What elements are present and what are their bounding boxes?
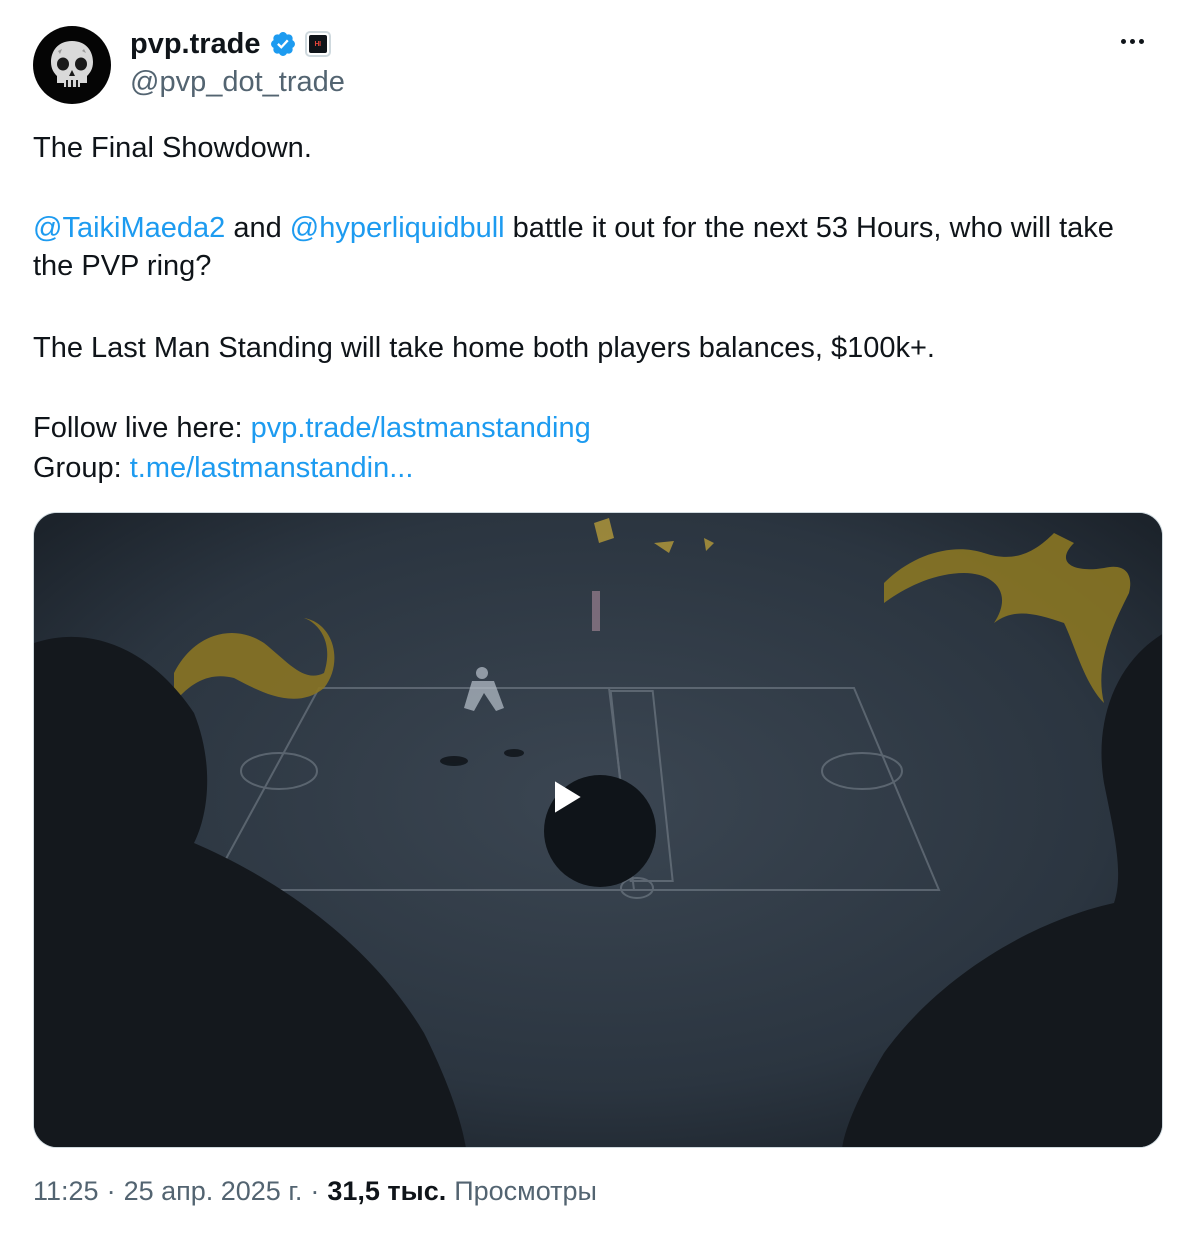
tweet-paragraph-battle: @TaikiMaeda2 and @hyperliquidbull battle… (33, 209, 1153, 285)
more-options-icon[interactable] (1114, 26, 1150, 56)
play-button[interactable] (544, 775, 656, 887)
video-player[interactable] (33, 512, 1163, 1148)
display-name[interactable]: pvp.trade (130, 28, 261, 61)
tweet-paragraph-prize: The Last Man Standing will take home bot… (33, 332, 935, 364)
separator: · (310, 1176, 320, 1206)
avatar[interactable] (33, 26, 111, 104)
follow-link[interactable]: pvp.trade/lastmanstanding (251, 412, 591, 444)
tweet-group-line: Group: t.me/lastmanstandin... (33, 449, 1153, 487)
tweet-metadata: 11:25 · 25 апр. 2025 г. · 31,5 тыс. Прос… (33, 1176, 597, 1207)
tweet-line-title: The Final Showdown. (33, 132, 312, 164)
mention-taiki[interactable]: @TaikiMaeda2 (33, 212, 225, 244)
affiliate-badge-icon[interactable]: HI (304, 31, 331, 57)
views-label: Просмотры (454, 1176, 597, 1206)
and-text: and (225, 212, 290, 244)
tweet-time[interactable]: 11:25 (33, 1176, 99, 1207)
handle[interactable]: @pvp_dot_trade (130, 66, 345, 99)
mention-hyperliquidbull[interactable]: @hyperliquidbull (290, 212, 505, 244)
tweet-card: pvp.trade HI @pvp_dot_trade The Final Sh… (0, 0, 1190, 1234)
tweet-follow-line: Follow live here: pvp.trade/lastmanstand… (33, 409, 1153, 447)
author-name-row: pvp.trade HI (130, 26, 331, 62)
play-icon (555, 781, 581, 813)
group-link[interactable]: t.me/lastmanstandin... (130, 452, 414, 484)
skull-icon (51, 41, 93, 87)
group-label: Group: (33, 452, 130, 484)
verified-badge-icon[interactable] (269, 30, 297, 58)
separator: · (106, 1176, 116, 1206)
follow-label: Follow live here: (33, 412, 251, 444)
views-count[interactable]: 31,5 тыс. (327, 1176, 446, 1207)
tweet-date[interactable]: 25 апр. 2025 г. (124, 1176, 303, 1207)
